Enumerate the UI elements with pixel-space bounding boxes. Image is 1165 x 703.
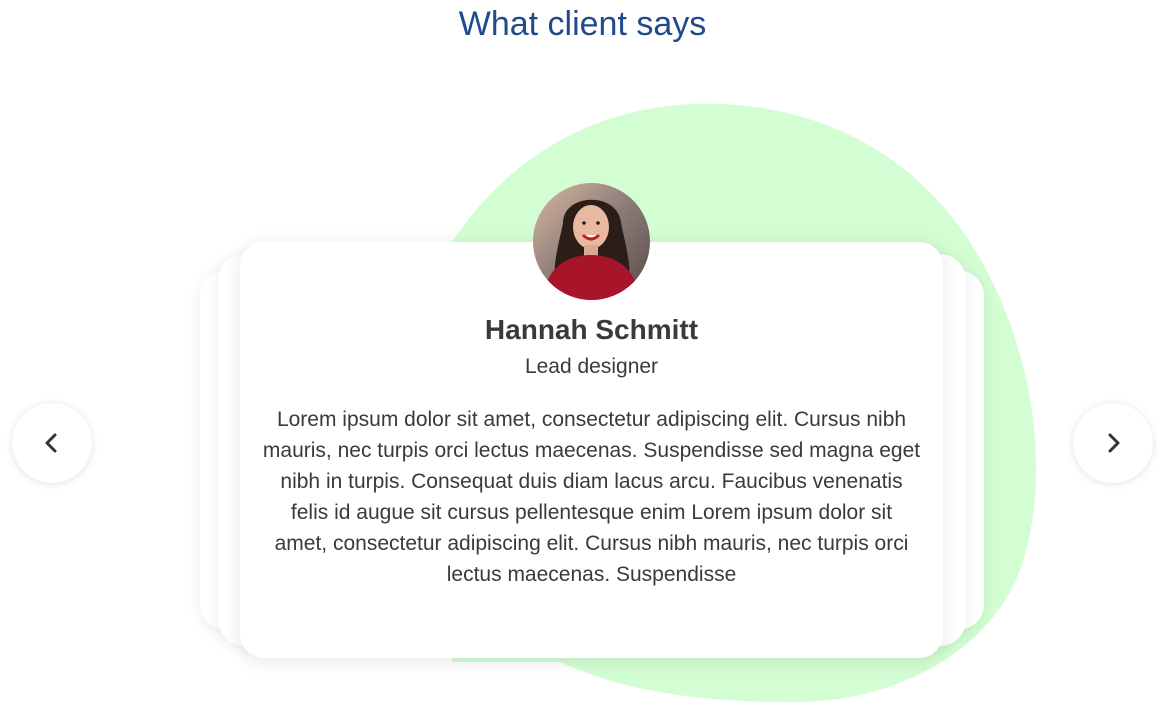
chevron-right-icon	[1108, 433, 1120, 453]
next-button[interactable]	[1073, 403, 1153, 483]
client-role: Lead designer	[524, 355, 659, 378]
avatar	[533, 183, 650, 300]
chevron-left-icon	[45, 433, 57, 453]
client-name: Hannah Schmitt	[484, 314, 699, 345]
previous-button[interactable]	[12, 403, 92, 483]
testimonial-quote: Lorem ipsum dolor sit amet, consectetur …	[262, 408, 921, 586]
